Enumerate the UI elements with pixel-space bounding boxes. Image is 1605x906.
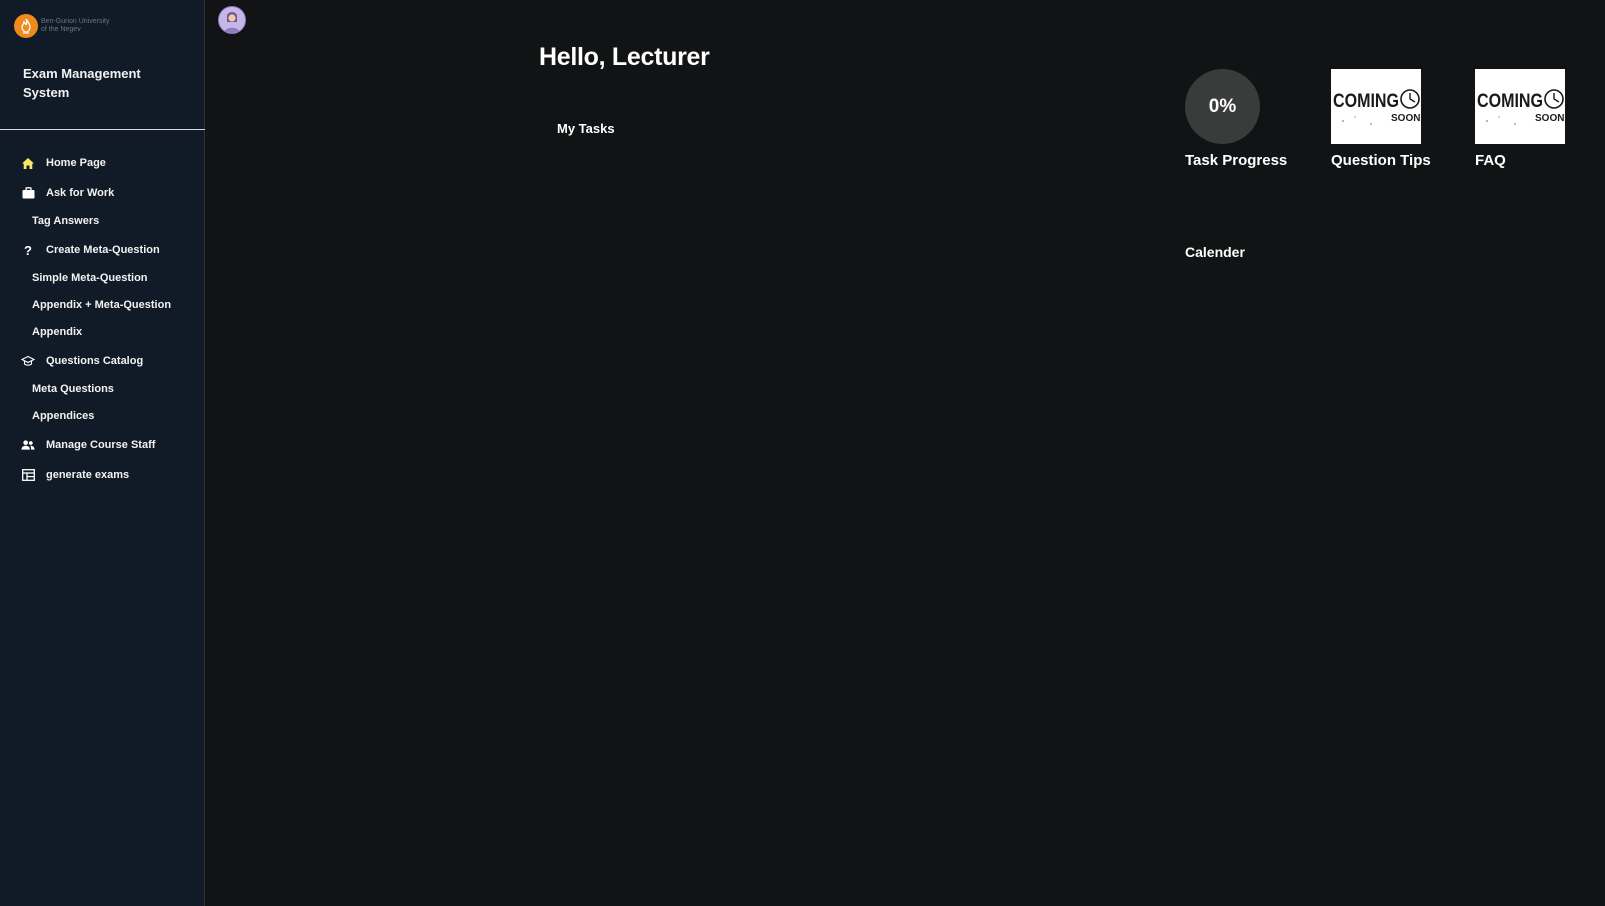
question-tips-card[interactable]: COMING SOON Question Tips bbox=[1331, 69, 1431, 169]
graduation-cap-icon bbox=[21, 354, 35, 368]
app-title: Exam Management System bbox=[23, 66, 141, 100]
university-name-line1: Ben-Gurion University bbox=[41, 18, 110, 25]
sidebar-item-label: Questions Catalog bbox=[46, 355, 144, 367]
sidebar: Ben-Gurion University of the Negev Exam … bbox=[0, 0, 205, 906]
sidebar-item-generate-exams[interactable]: generate exams bbox=[0, 460, 205, 490]
home-icon bbox=[21, 156, 35, 170]
university-name: Ben-Gurion University of the Negev bbox=[41, 18, 109, 34]
faq-label: FAQ bbox=[1475, 152, 1506, 169]
sidebar-subitem-appendix-meta-question[interactable]: Appendix + Meta-Question bbox=[0, 292, 205, 319]
sidebar-item-manage-course-staff[interactable]: Manage Course Staff bbox=[0, 430, 205, 460]
university-logo[interactable]: Ben-Gurion University of the Negev bbox=[14, 14, 109, 38]
people-icon bbox=[21, 438, 35, 452]
page-title: Hello, Lecturer bbox=[539, 43, 710, 71]
briefcase-icon bbox=[21, 186, 35, 200]
sidebar-item-label: Create Meta-Question bbox=[46, 244, 160, 256]
sidebar-nav: Home Page Ask for Work Tag Answers ? Cre… bbox=[0, 148, 205, 490]
user-avatar-icon[interactable] bbox=[218, 6, 246, 34]
sidebar-item-questions-catalog[interactable]: Questions Catalog bbox=[0, 346, 205, 376]
sidebar-subitem-appendix[interactable]: Appendix bbox=[0, 319, 205, 346]
question-mark-icon: ? bbox=[24, 242, 32, 258]
sidebar-item-ask-for-work[interactable]: Ask for Work bbox=[0, 178, 205, 208]
sidebar-item-create-meta-question[interactable]: ? Create Meta-Question bbox=[0, 235, 205, 265]
sidebar-item-label: Home Page bbox=[46, 157, 106, 169]
task-progress-label: Task Progress bbox=[1185, 152, 1288, 169]
table-icon bbox=[21, 468, 35, 482]
sidebar-subitem-simple-meta-question[interactable]: Simple Meta-Question bbox=[0, 265, 205, 292]
coming-soon-image: COMING SOON bbox=[1475, 69, 1565, 144]
task-progress-indicator: 0% bbox=[1185, 69, 1260, 144]
sidebar-divider bbox=[0, 129, 205, 130]
sidebar-subitem-meta-questions[interactable]: Meta Questions bbox=[0, 376, 205, 403]
faq-card[interactable]: COMING SOON FAQ bbox=[1475, 69, 1565, 169]
question-tips-label: Question Tips bbox=[1331, 152, 1431, 169]
task-progress-card[interactable]: 0% Task Progress bbox=[1185, 69, 1287, 169]
sidebar-item-label: Manage Course Staff bbox=[46, 439, 156, 451]
coming-soon-text-1: COMING bbox=[1333, 91, 1399, 112]
coming-soon-text-2: SOON bbox=[1535, 113, 1564, 124]
sidebar-subitem-appendices[interactable]: Appendices bbox=[0, 403, 205, 430]
coming-soon-image: COMING SOON bbox=[1331, 69, 1421, 144]
sidebar-item-label: generate exams bbox=[46, 469, 130, 481]
university-name-line2: of the Negev bbox=[41, 26, 81, 33]
coming-soon-text-2: SOON bbox=[1391, 113, 1420, 124]
flame-logo-icon bbox=[14, 14, 38, 38]
sidebar-item-home-page[interactable]: Home Page bbox=[0, 148, 205, 178]
task-progress-value: 0% bbox=[1208, 95, 1237, 117]
calendar-heading: Calender bbox=[1185, 244, 1245, 260]
sidebar-subitem-tag-answers[interactable]: Tag Answers bbox=[0, 208, 205, 235]
coming-soon-text-1: COMING bbox=[1477, 91, 1543, 112]
sidebar-item-label: Ask for Work bbox=[46, 187, 115, 199]
my-tasks-heading: My Tasks bbox=[557, 121, 615, 136]
